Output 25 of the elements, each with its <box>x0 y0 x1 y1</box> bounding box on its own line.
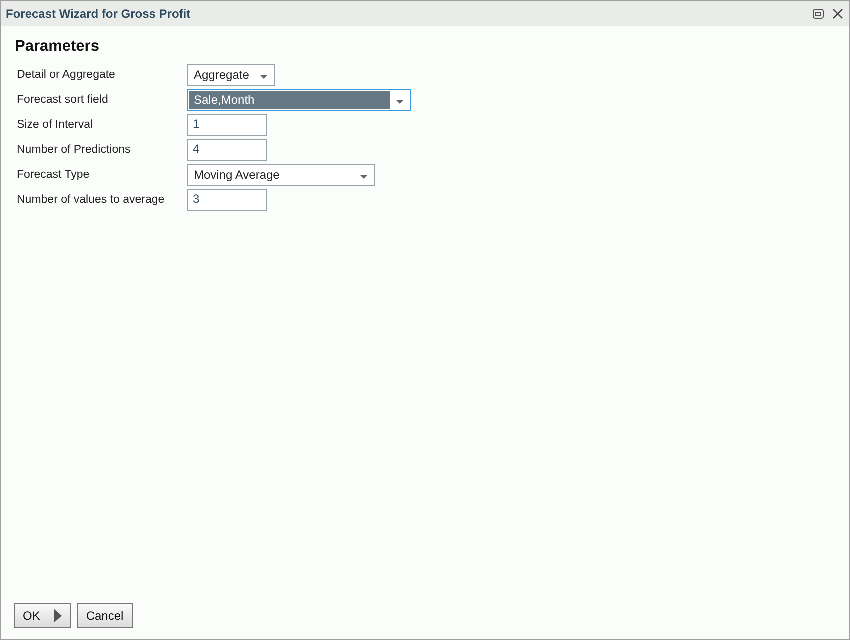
window-title: Forecast Wizard for Gross Profit <box>6 6 192 20</box>
field-label: Size of Interval <box>16 119 94 131</box>
cancel-button[interactable]: Cancel <box>77 603 133 628</box>
caret-icon <box>396 100 404 104</box>
restore-icon[interactable] <box>813 8 824 18</box>
ok-button[interactable]: OK <box>14 603 72 628</box>
triangle-icon <box>54 608 62 622</box>
dropdown-value: Aggregate <box>193 67 250 84</box>
caret-icon <box>260 75 268 79</box>
input-field[interactable]: 1 <box>187 114 267 136</box>
field-label: Detail or Aggregate <box>16 69 116 81</box>
field-label: Number of Predictions <box>16 144 132 156</box>
field-label: Number of values to average <box>16 194 166 206</box>
dropdown-value: Moving Average <box>193 167 281 184</box>
field-label: Forecast Type <box>16 169 91 181</box>
field-label: Forecast sort field <box>16 94 110 106</box>
dropdown[interactable]: Sale,Month <box>187 89 411 111</box>
input-field[interactable]: 3 <box>187 189 267 211</box>
dropdown-value: Sale,Month <box>189 91 390 109</box>
dropdown[interactable]: Aggregate <box>187 64 275 86</box>
caret-icon <box>360 175 368 179</box>
input-field[interactable]: 4 <box>187 139 267 161</box>
dropdown[interactable]: Moving Average <box>187 164 375 186</box>
section-heading: Parameters <box>15 38 100 56</box>
close-icon[interactable] <box>833 8 843 18</box>
